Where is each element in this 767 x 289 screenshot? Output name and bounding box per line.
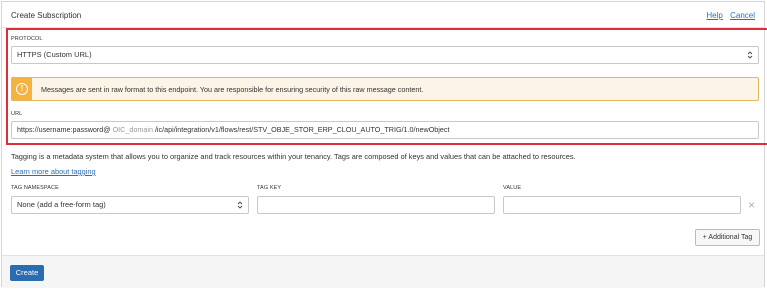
tag-namespace-label: TAG NAMESPACE: [11, 185, 59, 191]
url-suffix: /ic/api/integration/v1/flows/rest/STV_OB…: [154, 125, 450, 134]
page-title: Create Subscription: [11, 11, 82, 20]
additional-tag-button[interactable]: + Additional Tag: [695, 229, 760, 246]
tag-namespace-value: None (add a free-form tag): [17, 200, 106, 209]
help-link[interactable]: Help: [706, 11, 722, 20]
create-subscription-panel: Create Subscription Help Cancel PROTOCOL…: [1, 1, 767, 288]
remove-tag-icon[interactable]: ×: [748, 199, 755, 211]
panel-footer: Create: [2, 255, 764, 288]
protocol-select-value: HTTPS (Custom URL): [17, 50, 92, 59]
chevron-updown-icon: [747, 51, 753, 59]
learn-more-tagging-link[interactable]: Learn more about tagging: [11, 167, 96, 176]
alert-message: Messages are sent in raw format to this …: [41, 85, 424, 94]
tag-key-label: TAG KEY: [257, 185, 282, 191]
protocol-label: PROTOCOL: [11, 36, 43, 42]
tag-key-input[interactable]: [257, 196, 495, 214]
warning-alert: ! Messages are sent in raw format to thi…: [11, 77, 759, 101]
url-input[interactable]: https://username:password@ OIC_domain /i…: [11, 121, 759, 139]
url-prefix: https://username:password@: [17, 125, 111, 134]
tag-namespace-select[interactable]: None (add a free-form tag): [11, 196, 249, 214]
url-redacted-domain: OIC_domain: [110, 125, 155, 134]
tag-value-input[interactable]: [503, 196, 741, 214]
panel-header: Create Subscription Help Cancel: [2, 2, 764, 28]
protocol-select[interactable]: HTTPS (Custom URL): [11, 46, 759, 64]
warning-icon: !: [16, 83, 28, 95]
tag-value-label: VALUE: [503, 185, 522, 191]
create-button[interactable]: Create: [10, 265, 44, 281]
url-label: URL: [11, 111, 23, 117]
tagging-info: Tagging is a metadata system that allows…: [11, 152, 576, 161]
chevron-updown-icon: [237, 201, 243, 209]
header-links: Help Cancel: [706, 11, 755, 20]
cancel-link[interactable]: Cancel: [730, 11, 755, 20]
alert-icon-box: !: [12, 78, 32, 100]
